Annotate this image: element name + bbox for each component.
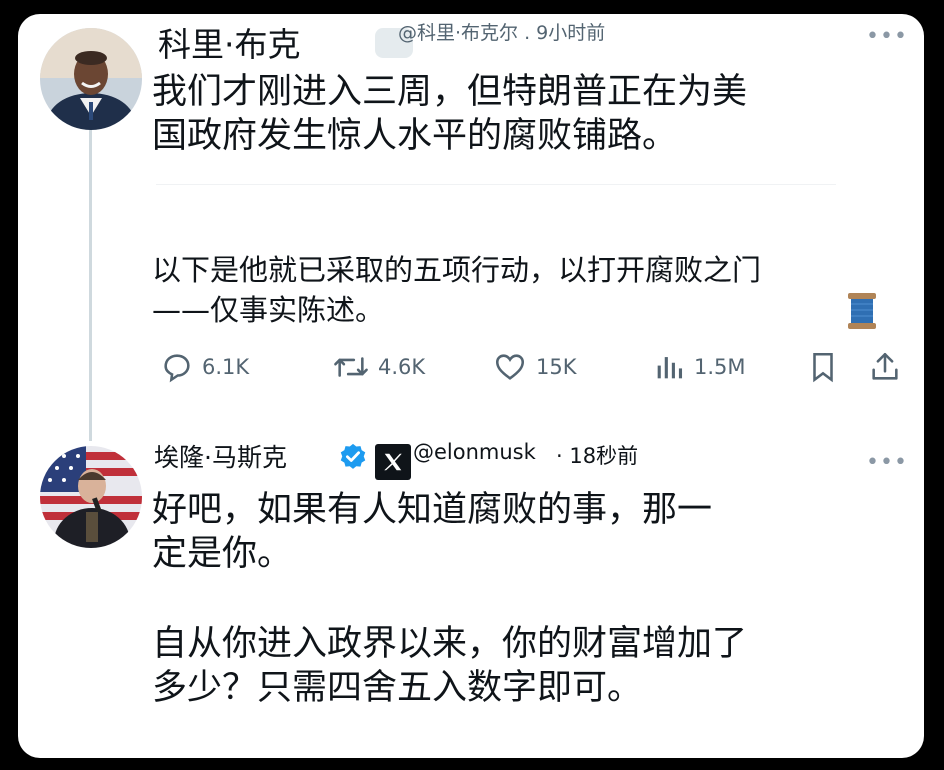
tweet2-text-2: 自从你进入政界以来，你的财富增加了 多少？只需四舍五入数字即可。 <box>152 622 747 711</box>
tweet2-line-3: 自从你进入政界以来，你的财富增加了 <box>152 624 748 664</box>
more-icon[interactable]: ••• <box>866 24 908 49</box>
x-logo-icon <box>375 444 411 480</box>
tweet2-time[interactable]: · 18秒前 <box>556 440 638 470</box>
tweet2-text: 好吧，如果有人知道腐败的事，那一 定是你。 <box>152 488 712 577</box>
views-icon <box>657 357 683 379</box>
more-icon[interactable]: ••• <box>866 450 908 475</box>
tweet1-author-name[interactable]: 科里·布克 <box>158 18 301 66</box>
like-button[interactable]: 15K <box>492 350 577 384</box>
tweet1-text-2: 以下是他就已采取的五项行动，以打开腐败之门 ——仅事实陈述。 <box>152 250 761 330</box>
views-button[interactable]: 1.5M <box>652 350 746 384</box>
tweet1-line-4: ——仅事实陈述。 <box>152 293 385 328</box>
retweet-count: 4.6K <box>378 355 426 379</box>
reply-icon <box>164 354 190 383</box>
share-icon <box>872 352 898 380</box>
tweet2-line-2: 定是你。 <box>152 534 293 575</box>
tweet2-author-name[interactable]: 埃隆·马斯克 <box>154 438 287 474</box>
verified-badge-icon <box>340 443 366 469</box>
spool-of-thread-emoji <box>846 292 878 334</box>
avatar-elon-musk[interactable] <box>40 446 142 548</box>
tweet1-line-3: 以下是他就已采取的五项行动，以打开腐败之门 <box>152 253 762 287</box>
heart-icon <box>495 354 525 380</box>
thread-card: 科里·布克 @科里·布克尔 . 9小时前 ••• 我们才刚进入三周，但特朗普正在… <box>18 14 924 758</box>
tweet2-handle[interactable]: @elonmusk <box>413 440 536 464</box>
views-count: 1.5M <box>694 355 746 379</box>
thread-connector-line <box>89 126 92 441</box>
tweet1-text: 我们才刚进入三周，但特朗普正在为美 国政府发生惊人水平的腐败铺路。 <box>152 70 747 159</box>
reply-count: 6.1K <box>202 355 250 379</box>
share-button[interactable] <box>868 350 910 384</box>
tweet2-line-1: 好吧，如果有人知道腐败的事，那一 <box>152 490 713 530</box>
retweet-button[interactable]: 4.6K <box>332 350 425 384</box>
bookmark-icon <box>813 352 833 383</box>
like-count: 15K <box>536 355 577 379</box>
divider <box>156 184 836 185</box>
avatar-cory-booker[interactable] <box>40 28 142 130</box>
tweet1-line-1: 我们才刚进入三周，但特朗普正在为美 <box>152 72 748 112</box>
tweet2-line-4: 多少？只需四舍五入数字即可。 <box>152 668 643 709</box>
reply-button[interactable]: 6.1K <box>160 350 249 384</box>
tweet1-action-bar: 6.1K 4.6K 15K 1.5M <box>156 350 906 394</box>
retweet-icon <box>334 357 368 377</box>
bookmark-button[interactable] <box>806 350 848 384</box>
tweet1-handle-time[interactable]: @科里·布克尔 . 9小时前 <box>398 18 605 45</box>
tweet1-line-2: 国政府发生惊人水平的腐败铺路。 <box>152 116 678 157</box>
